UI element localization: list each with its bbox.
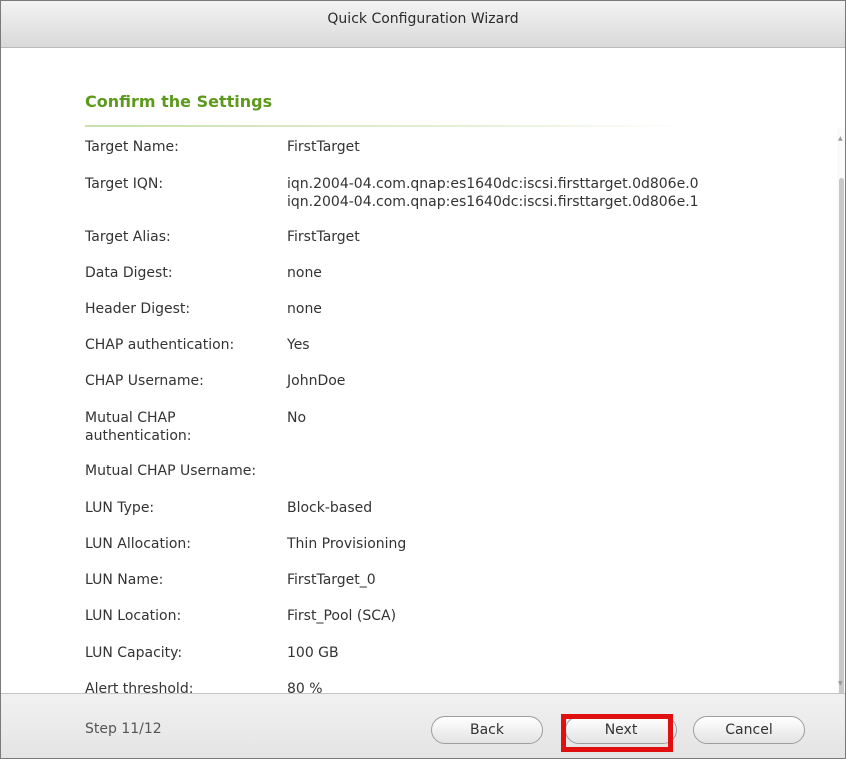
setting-value: 100 GB [287,644,807,662]
scroll-up-arrow-icon[interactable]: ▲ [838,136,843,142]
setting-value: JohnDoe [287,372,807,390]
setting-value: FirstTarget [287,138,807,156]
setting-label: CHAP authentication: [85,337,235,353]
setting-label: Mutual CHAP authentication: [85,409,281,445]
setting-value-line: none [287,301,322,317]
setting-label: Header Digest: [85,301,191,317]
settings-list: Target Name: FirstTarget Target IQN: iqn… [1,128,837,693]
setting-label: Data Digest: [85,265,173,281]
setting-label: LUN Allocation: [85,536,192,552]
scroll-down-arrow-icon[interactable]: ▼ [838,681,843,687]
setting-value-line: Thin Provisioning [287,536,407,552]
setting-value-line: FirstTarget [287,229,360,245]
section-title: Confirm the Settings [85,92,273,111]
setting-value: First_Pool (SCA) [287,607,807,625]
setting-label-line: authentication: [85,428,192,444]
setting-value-line: FirstTarget_0 [287,572,376,588]
setting-value: none [287,264,807,282]
setting-value: Thin Provisioning [287,535,807,553]
setting-label: Target IQN: [85,176,164,192]
setting-label: LUN Type: [85,500,155,516]
setting-label: LUN Location: [85,608,182,624]
setting-value-line: iqn.2004-04.com.qnap:es1640dc:iscsi.firs… [287,176,699,192]
section-divider [85,125,685,127]
next-button[interactable]: Next [565,716,677,744]
vertical-scrollbar[interactable]: ▲ ▼ [837,128,845,718]
setting-label: Alert threshold: [85,681,194,693]
wizard-window: Quick Configuration Wizard Confirm the S… [0,0,846,759]
setting-value-line: 80 % [287,681,323,693]
setting-label: Mutual CHAP Username: [85,463,257,479]
setting-value: FirstTarget [287,228,807,246]
step-indicator: Step 11/12 [85,721,162,737]
setting-value: 80 % [287,680,807,693]
setting-value-line: none [287,265,322,281]
setting-value-line: Block-based [287,500,373,516]
setting-value: none [287,300,807,318]
setting-value: FirstTarget_0 [287,571,807,589]
window-title: Quick Configuration Wizard [327,11,519,27]
setting-value-line: No [287,410,307,426]
wizard-footer: Step 11/12 Back Next Cancel [1,693,845,758]
setting-value-line: Yes [287,337,310,353]
setting-value: Yes [287,336,807,354]
back-button[interactable]: Back [431,716,543,744]
setting-label: LUN Name: [85,572,164,588]
setting-label-line: Mutual CHAP [85,410,176,426]
setting-label: LUN Capacity: [85,645,183,661]
title-bar: Quick Configuration Wizard [1,1,845,48]
setting-value-line: JohnDoe [287,373,346,389]
cancel-button[interactable]: Cancel [693,716,805,744]
setting-label: Target Alias: [85,229,171,245]
setting-value: iqn.2004-04.com.qnap:es1640dc:iscsi.firs… [287,175,807,211]
setting-value-line: 100 GB [287,645,339,661]
setting-value-line: First_Pool (SCA) [287,608,397,624]
setting-label: Target Name: [85,139,179,155]
setting-label: CHAP Username: [85,373,204,389]
scroll-thumb[interactable] [839,178,844,718]
setting-value-line: iqn.2004-04.com.qnap:es1640dc:iscsi.firs… [287,194,699,210]
setting-value: No [287,409,807,427]
setting-value-line: FirstTarget [287,139,360,155]
setting-value: Block-based [287,499,807,517]
